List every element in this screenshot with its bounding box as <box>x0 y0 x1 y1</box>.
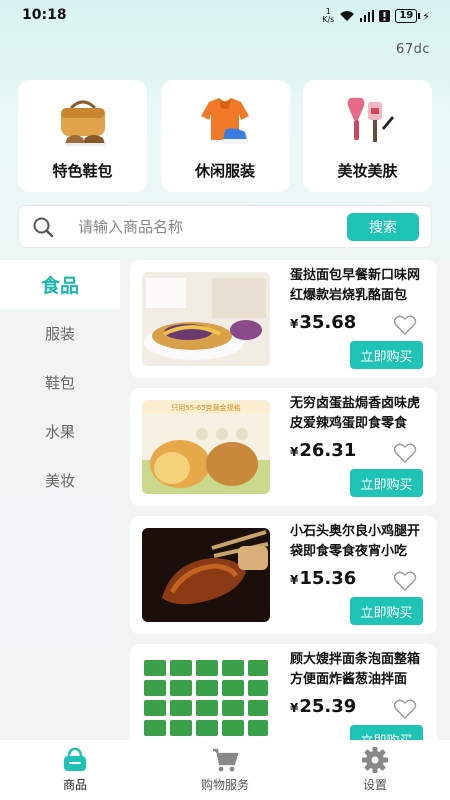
heart-icon[interactable] <box>393 314 417 336</box>
category-sidebar: 食品 服装 鞋包 水果 美妆 <box>0 260 120 740</box>
product-list[interactable]: 蛋挞面包早餐新口味网红爆款岩烧乳酪面包 ¥35.68 立即购买 只用55-65克… <box>120 260 450 740</box>
tab-label: 购物服务 <box>200 778 249 792</box>
product-title: 小石头奥尔良小鸡腿开袋即食零食夜宵小吃 <box>290 524 421 559</box>
category-grid: 特色鞋包 休闲服装 美妆美肤 <box>18 80 432 192</box>
category-label: 美妆美肤 <box>337 162 398 180</box>
bag-shoes-icon <box>60 100 105 146</box>
product-image[interactable] <box>142 272 270 366</box>
heart-icon[interactable] <box>393 442 417 464</box>
search-bar: 搜索 <box>18 205 432 248</box>
tab-settings[interactable]: 设置 <box>300 740 450 800</box>
buy-now-button[interactable]: 立即购买 <box>350 341 423 369</box>
search-input[interactable] <box>78 217 347 236</box>
heart-icon[interactable] <box>393 570 417 592</box>
price-value: 15.36 <box>299 568 357 589</box>
signal-icon <box>360 10 375 22</box>
cart-icon <box>213 748 239 772</box>
alert-icon <box>379 10 391 22</box>
sidebar-item-clothing[interactable]: 服装 <box>0 309 120 358</box>
top-code: 67dc <box>396 42 430 57</box>
currency-symbol: ¥ <box>290 701 299 715</box>
buy-now-button[interactable]: 立即购买 <box>350 597 423 625</box>
product-price: ¥35.68 <box>290 312 356 333</box>
clothes-icon <box>201 98 249 144</box>
category-label: 休闲服装 <box>194 162 255 180</box>
category-card-bags-shoes[interactable]: 特色鞋包 <box>18 80 147 192</box>
network-speed-unit: K/s <box>322 15 335 24</box>
search-icon <box>33 217 54 237</box>
currency-symbol: ¥ <box>290 445 299 459</box>
sidebar-item-bags[interactable]: 鞋包 <box>0 358 120 407</box>
basket-icon <box>64 747 86 771</box>
sidebar-item-food[interactable]: 食品 <box>0 260 120 309</box>
tab-products[interactable]: 商品 <box>0 740 150 800</box>
status-time: 10:18 <box>22 7 67 23</box>
bottom-tab-bar: 商品 购物服务 设置 <box>0 740 450 800</box>
product-price: ¥15.36 <box>290 568 356 589</box>
product-price: ¥26.31 <box>290 440 356 461</box>
tab-label: 设置 <box>362 778 387 792</box>
product-title: 无穷卤蛋盐焗香卤味虎皮爱辣鸡蛋即食零食 <box>290 396 421 431</box>
sidebar-item-cosmetics[interactable]: 美妆 <box>0 456 120 505</box>
product-card[interactable]: 只用55-65克黄金规格 无穷卤蛋盐焗香卤味虎皮爱辣鸡蛋即食零食 ¥26.31 … <box>130 388 437 506</box>
product-card[interactable]: 蛋挞面包早餐新口味网红爆款岩烧乳酪面包 ¥35.68 立即购买 <box>130 260 437 378</box>
search-button[interactable]: 搜索 <box>347 212 419 241</box>
network-speed: 1 K/s <box>322 8 334 24</box>
buy-now-button[interactable]: 立即购买 <box>350 469 423 497</box>
price-value: 25.39 <box>299 696 357 717</box>
currency-symbol: ¥ <box>290 573 299 587</box>
product-title: 顾大嫂拌面条泡面整箱方便面炸酱葱油拌面 <box>290 652 421 687</box>
battery-icon: 19 <box>395 9 421 23</box>
charging-icon: ⚡ <box>422 9 430 23</box>
price-value: 35.68 <box>299 312 357 333</box>
tab-shopping-service[interactable]: 购物服务 <box>150 740 300 800</box>
sidebar-item-fruit[interactable]: 水果 <box>0 407 120 456</box>
product-image[interactable] <box>142 528 270 622</box>
tab-label: 商品 <box>62 778 87 792</box>
product-image[interactable]: 只用55-65克黄金规格 <box>142 400 270 494</box>
wifi-icon <box>340 11 355 21</box>
product-title: 蛋挞面包早餐新口味网红爆款岩烧乳酪面包 <box>290 268 421 303</box>
status-bar: 10:18 1 K/s 19 ⚡ <box>0 0 450 30</box>
cosmetics-icon <box>347 97 394 142</box>
price-value: 26.31 <box>299 440 357 461</box>
category-label: 特色鞋包 <box>52 162 113 180</box>
currency-symbol: ¥ <box>290 317 299 331</box>
product-price: ¥25.39 <box>290 696 356 717</box>
category-card-cosmetics[interactable]: 美妆美肤 <box>303 80 432 192</box>
category-card-clothes[interactable]: 休闲服装 <box>160 80 290 192</box>
product-card[interactable]: 顾大嫂拌面条泡面整箱方便面炸酱葱油拌面 ¥25.39 立即购买 <box>130 644 437 740</box>
image-caption: 只用55-65克黄金规格 <box>171 403 240 412</box>
status-icons: 1 K/s 19 ⚡ <box>322 8 430 24</box>
product-image[interactable] <box>142 656 270 740</box>
heart-icon[interactable] <box>393 698 417 720</box>
buy-now-button[interactable]: 立即购买 <box>350 725 423 740</box>
gear-icon <box>362 747 388 773</box>
product-card[interactable]: 小石头奥尔良小鸡腿开袋即食零食夜宵小吃 ¥15.36 立即购买 <box>130 516 437 634</box>
